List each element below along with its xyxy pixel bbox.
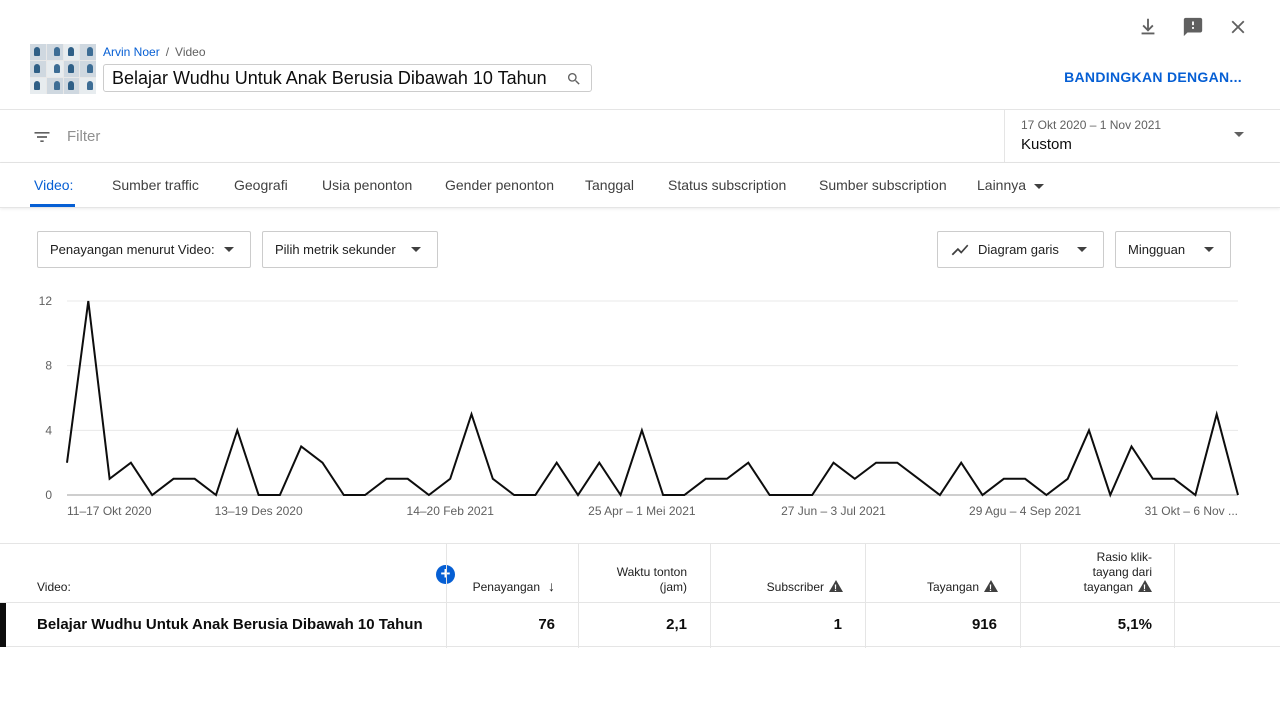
warning-icon bbox=[1138, 580, 1152, 596]
chevron-down-icon bbox=[1204, 247, 1214, 252]
views-line-chart: 0 4 8 12 11–17 Okt 2020 13–19 Des 2020 14–20 F… bbox=[39, 294, 1239, 518]
x-tick-label: 13–19 Des 2020 bbox=[215, 504, 303, 518]
warning-icon bbox=[984, 580, 998, 596]
column-header-impressions-label: Tayangan bbox=[926, 580, 979, 594]
series-line bbox=[66, 300, 1239, 498]
cell-subscribers: 1 bbox=[833, 616, 842, 633]
compare-button[interactable]: BANDINGKAN DENGAN... bbox=[1064, 69, 1242, 85]
analytics-table: Video: + Penayangan↓ Waktu tonton (jam) … bbox=[0, 543, 1280, 648]
x-tick-label: 11–17 Okt 2020 bbox=[67, 504, 152, 518]
cell-ctr: 5,1% bbox=[1117, 616, 1152, 633]
dimension-tabs: Video: Sumber traffic Geografi Usia peno… bbox=[0, 163, 1280, 208]
y-tick-label: 4 bbox=[45, 423, 52, 437]
filter-bar: Filter 17 Okt 2020 – 1 Nov 2021 Kustom bbox=[0, 109, 1280, 163]
cell-views: 76 bbox=[538, 616, 555, 633]
breadcrumb-section: Video bbox=[175, 45, 206, 59]
line-chart-icon bbox=[951, 244, 969, 255]
cell-impressions: 916 bbox=[971, 616, 997, 633]
chevron-down-icon bbox=[411, 247, 421, 252]
x-tick-label: 31 Okt – 6 Nov ... bbox=[1145, 504, 1238, 518]
series-color-indicator bbox=[0, 603, 6, 647]
feedback-icon[interactable] bbox=[1178, 12, 1207, 41]
video-thumbnail bbox=[30, 44, 96, 94]
breadcrumb-channel-link[interactable]: Arvin Noer bbox=[103, 45, 160, 59]
column-header-impressions[interactable]: Tayangan bbox=[926, 580, 998, 596]
active-tab-indicator bbox=[30, 204, 75, 207]
video-title: Belajar Wudhu Untuk Anak Berusia Dibawah… bbox=[112, 67, 547, 88]
table-row[interactable]: Belajar Wudhu Untuk Anak Berusia Dibawah… bbox=[0, 603, 1280, 647]
column-header-video: Video: bbox=[37, 580, 71, 594]
y-tick-label: 8 bbox=[45, 359, 52, 373]
chevron-down-icon bbox=[1077, 247, 1087, 252]
column-header-subscribers-label: Subscriber bbox=[766, 580, 824, 594]
tab-video[interactable]: Video: bbox=[34, 177, 73, 193]
chart-type-label: Diagram garis bbox=[978, 242, 1059, 257]
sort-descending-icon: ↓ bbox=[548, 578, 555, 594]
column-header-subscribers[interactable]: Subscriber bbox=[766, 580, 843, 596]
warning-icon bbox=[829, 580, 843, 596]
date-range-picker[interactable]: 17 Okt 2020 – 1 Nov 2021 Kustom bbox=[1004, 110, 1280, 162]
column-header-watch-time[interactable]: Waktu tonton (jam) bbox=[597, 565, 687, 595]
breadcrumb: Arvin Noer / Video bbox=[103, 45, 206, 59]
y-tick-label: 12 bbox=[39, 294, 53, 308]
video-selector[interactable]: Belajar Wudhu Untuk Anak Berusia Dibawah… bbox=[103, 64, 592, 92]
tab-date[interactable]: Tanggal bbox=[585, 177, 634, 193]
tab-traffic-source[interactable]: Sumber traffic bbox=[112, 177, 199, 193]
secondary-metric-dropdown[interactable]: Pilih metrik sekunder bbox=[262, 231, 438, 268]
primary-metric-dropdown[interactable]: Penayangan menurut Video: bbox=[37, 231, 251, 268]
cell-video-title[interactable]: Belajar Wudhu Untuk Anak Berusia Dibawah… bbox=[37, 616, 423, 633]
interval-dropdown[interactable]: Mingguan bbox=[1115, 231, 1231, 268]
download-icon[interactable] bbox=[1133, 12, 1162, 41]
tab-more[interactable]: Lainnya bbox=[977, 177, 1045, 193]
date-range-preset: Kustom bbox=[1021, 136, 1072, 153]
date-range-value: 17 Okt 2020 – 1 Nov 2021 bbox=[1021, 118, 1162, 132]
filter-icon[interactable] bbox=[32, 127, 52, 147]
interval-label: Mingguan bbox=[1128, 242, 1186, 257]
chart-type-dropdown[interactable]: Diagram garis bbox=[937, 231, 1104, 268]
column-header-views[interactable]: Penayangan ↓ bbox=[473, 579, 555, 595]
video-header: Arvin Noer / Video Belajar Wudhu Untuk A… bbox=[30, 44, 1280, 96]
chevron-down-icon bbox=[1234, 132, 1244, 137]
search-icon[interactable] bbox=[566, 71, 582, 87]
chevron-down-icon bbox=[1034, 183, 1045, 189]
column-header-ctr[interactable]: Rasio klik-tayang dari tayangan bbox=[1062, 550, 1152, 596]
breadcrumb-separator: / bbox=[165, 45, 170, 59]
table-header: Video: + Penayangan↓ Waktu tonton (jam) … bbox=[0, 543, 1280, 648]
secondary-metric-label: Pilih metrik sekunder bbox=[275, 242, 396, 257]
x-tick-label: 29 Agu – 4 Sep 2021 bbox=[969, 504, 1081, 518]
column-header-views-label: Penayangan bbox=[472, 580, 540, 594]
tab-geography[interactable]: Geografi bbox=[234, 177, 288, 193]
cell-watch-time: 2,1 bbox=[666, 616, 687, 633]
tab-subscription-source[interactable]: Sumber subscription bbox=[819, 177, 947, 193]
tab-viewer-age[interactable]: Usia penonton bbox=[322, 177, 412, 193]
x-tick-label: 14–20 Feb 2021 bbox=[407, 504, 495, 518]
window-actions bbox=[1133, 12, 1252, 41]
tab-subscription-status[interactable]: Status subscription bbox=[668, 177, 786, 193]
tab-more-label: Lainnya bbox=[977, 177, 1027, 193]
chevron-down-icon bbox=[224, 247, 234, 252]
x-tick-label: 27 Jun – 3 Jul 2021 bbox=[781, 504, 886, 518]
close-icon[interactable] bbox=[1223, 12, 1252, 41]
tab-viewer-gender[interactable]: Gender penonton bbox=[445, 177, 554, 193]
primary-metric-label: Penayangan menurut Video: bbox=[50, 242, 215, 257]
filter-input[interactable]: Filter bbox=[67, 128, 100, 145]
x-tick-label: 25 Apr – 1 Mei 2021 bbox=[588, 504, 696, 518]
y-tick-label: 0 bbox=[45, 488, 52, 502]
